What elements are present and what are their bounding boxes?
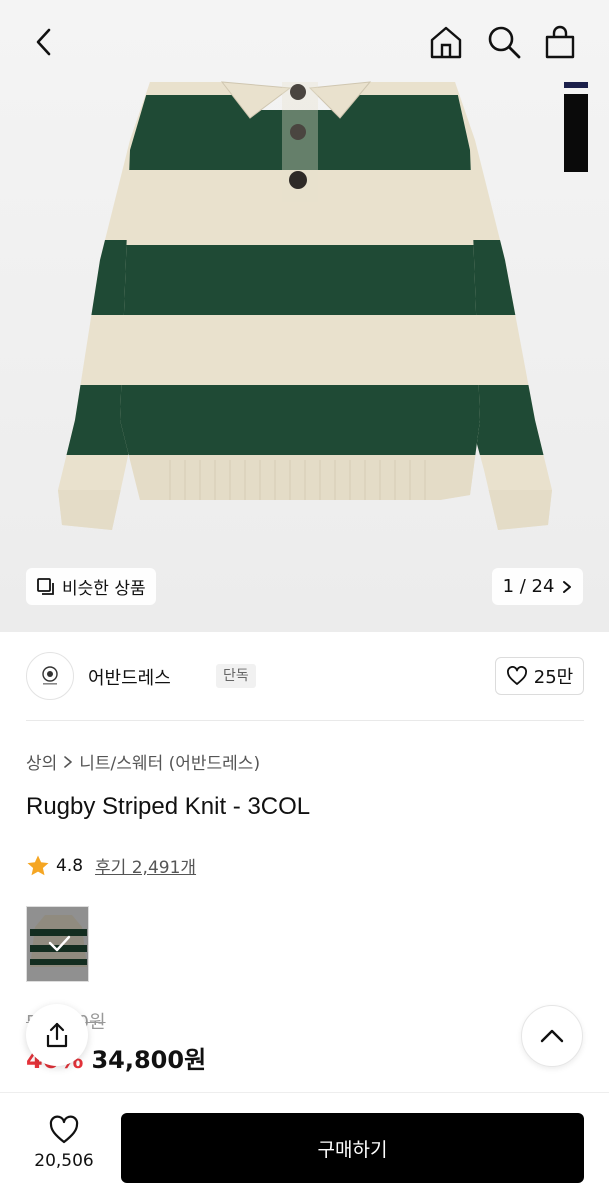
gallery-counter-text: 1 / 24 [502, 576, 555, 597]
top-navigation-bar [0, 0, 609, 84]
search-icon [488, 26, 521, 59]
home-button[interactable] [426, 22, 466, 62]
chevron-right-icon [563, 580, 572, 593]
chevron-right-icon [64, 755, 73, 768]
chevron-left-icon [36, 28, 51, 56]
search-button[interactable] [484, 22, 524, 62]
brand-row: 어반드레스 단독 25만 [26, 652, 584, 700]
home-icon [430, 26, 462, 59]
product-image [58, 81, 552, 530]
review-link[interactable]: 후기 2,491개 [95, 853, 196, 878]
buy-button[interactable]: 구매하기 [121, 1113, 584, 1183]
breadcrumb: 상의 니트/스웨터 (어반드레스) [26, 749, 260, 774]
wishlist-button[interactable]: 20,506 [26, 1115, 102, 1171]
brand-logo-icon [42, 666, 58, 685]
brand-logo[interactable] [26, 652, 74, 700]
star-icon [27, 855, 49, 875]
product-image-gallery[interactable]: 비슷한 상품 1 / 24 [0, 0, 609, 632]
rating-row: 4.8 후기 2,491개 [26, 853, 196, 878]
breadcrumb-category[interactable]: 상의 [26, 749, 57, 774]
breadcrumb-subcategory[interactable]: 니트/스웨터 (어반드레스) [79, 749, 260, 774]
rating-value: 4.8 [56, 855, 84, 876]
similar-products-button[interactable]: 비슷한 상품 [26, 568, 156, 605]
share-button[interactable] [26, 1004, 88, 1066]
back-button[interactable] [24, 22, 64, 62]
divider [26, 720, 584, 721]
shopping-bag-icon [545, 25, 575, 59]
similar-items-icon [37, 577, 54, 595]
color-option-thumbnail[interactable] [26, 906, 89, 982]
brand-name[interactable]: 어반드레스 [88, 664, 171, 690]
wishlist-count: 20,506 [34, 1151, 94, 1171]
final-price: 34,800원 [91, 1046, 207, 1074]
product-title: Rugby Striped Knit - 3COL [26, 793, 311, 820]
brand-like-button[interactable]: 25만 [495, 657, 584, 695]
chevron-up-icon [540, 1029, 564, 1043]
similar-products-label: 비슷한 상품 [62, 579, 146, 599]
exclusive-badge: 단독 [216, 664, 256, 688]
thumbnail-image [27, 907, 88, 981]
brand-like-count: 25만 [533, 667, 574, 688]
gallery-counter[interactable]: 1 / 24 [492, 568, 583, 605]
bottom-action-bar: 20,506 구매하기 [0, 1092, 609, 1200]
gallery-scroll-indicator [564, 82, 588, 172]
heart-icon [49, 1115, 79, 1144]
shopping-bag-button[interactable] [540, 22, 580, 62]
share-icon [46, 1022, 68, 1048]
heart-icon [506, 666, 527, 685]
scroll-to-top-button[interactable] [521, 1005, 583, 1067]
